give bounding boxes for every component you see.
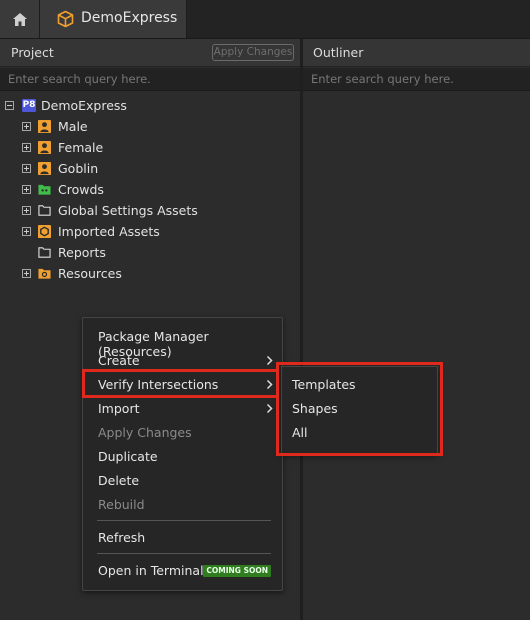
tree-item-reports[interactable]: Reports bbox=[0, 243, 300, 264]
crowds-folder-icon bbox=[38, 184, 51, 195]
verify-intersections-submenu: Templates Shapes All bbox=[281, 366, 438, 454]
tree-item-label: Female bbox=[58, 140, 104, 155]
tree-item-label: Crowds bbox=[58, 182, 104, 197]
project-search-bar bbox=[0, 68, 300, 91]
home-icon bbox=[12, 12, 27, 26]
menu-item-duplicate[interactable]: Duplicate bbox=[84, 445, 281, 469]
menu-item-refresh[interactable]: Refresh bbox=[84, 526, 281, 550]
menu-item-create[interactable]: Create bbox=[84, 349, 281, 373]
menu-item-label: Open in Terminal bbox=[98, 563, 204, 578]
tree-item-imported-assets[interactable]: Imported Assets bbox=[0, 222, 300, 243]
expand-toggle[interactable] bbox=[22, 227, 31, 236]
menu-item-label: Duplicate bbox=[98, 449, 158, 464]
person-icon bbox=[38, 141, 51, 154]
tree-root-demoexpress[interactable]: P8 DemoExpress bbox=[0, 96, 300, 117]
tab-bar: DemoExpress bbox=[0, 0, 530, 39]
menu-item-label: Apply Changes bbox=[98, 425, 192, 440]
folder-icon bbox=[38, 205, 51, 216]
menu-item-label: Rebuild bbox=[98, 497, 145, 512]
submenu-item-all[interactable]: All bbox=[282, 421, 437, 445]
tree-item-label: Imported Assets bbox=[58, 224, 160, 239]
tree-item-crowds[interactable]: Crowds bbox=[0, 180, 300, 201]
tree-item-label: Goblin bbox=[58, 161, 99, 176]
expand-toggle[interactable] bbox=[22, 185, 31, 194]
p8-project-icon: P8 bbox=[22, 99, 36, 112]
menu-item-label: Create bbox=[98, 353, 140, 368]
menu-item-verify-intersections[interactable]: Verify Intersections bbox=[84, 373, 281, 397]
tab-demoexpress[interactable]: DemoExpress bbox=[40, 0, 187, 38]
menu-separator bbox=[97, 520, 271, 521]
outliner-panel-header: Outliner bbox=[303, 39, 530, 67]
folder-icon bbox=[38, 247, 51, 258]
menu-item-label: Delete bbox=[98, 473, 140, 488]
project-search-input[interactable] bbox=[0, 68, 300, 90]
menu-item-label: Verify Intersections bbox=[98, 377, 219, 392]
expand-toggle[interactable] bbox=[22, 143, 31, 152]
person-icon bbox=[38, 120, 51, 133]
person-icon bbox=[38, 162, 51, 175]
tree-item-label: Resources bbox=[58, 266, 122, 281]
expand-toggle[interactable] bbox=[22, 269, 31, 278]
tree-item-label: Male bbox=[58, 119, 88, 134]
outliner-search-input[interactable] bbox=[303, 68, 530, 90]
apply-changes-button[interactable]: Apply Changes bbox=[212, 44, 294, 61]
menu-item-delete[interactable]: Delete bbox=[84, 469, 281, 493]
resources-folder-icon bbox=[38, 268, 51, 279]
submenu-item-label: Templates bbox=[292, 377, 356, 392]
tree-item-label: Reports bbox=[58, 245, 106, 260]
chevron-right-icon bbox=[266, 379, 273, 390]
tree-item-label: Global Settings Assets bbox=[58, 203, 198, 218]
submenu-item-shapes[interactable]: Shapes bbox=[282, 397, 437, 421]
project-panel-title: Project bbox=[11, 45, 54, 60]
outliner-panel-title: Outliner bbox=[313, 45, 364, 60]
menu-item-apply-changes[interactable]: Apply Changes bbox=[84, 421, 281, 445]
imported-assets-icon bbox=[38, 225, 51, 238]
submenu-item-label: All bbox=[292, 425, 308, 440]
tab-home[interactable] bbox=[0, 0, 40, 38]
submenu-item-label: Shapes bbox=[292, 401, 338, 416]
menu-item-open-in-terminal[interactable]: Open in Terminal COMING SOON bbox=[84, 559, 281, 583]
chevron-right-icon bbox=[266, 403, 273, 414]
project-panel-header: Project Apply Changes bbox=[0, 39, 300, 67]
menu-item-label: Import bbox=[98, 401, 140, 416]
menu-item-import[interactable]: Import bbox=[84, 397, 281, 421]
tree-item-male[interactable]: Male bbox=[0, 117, 300, 138]
tree-item-label: DemoExpress bbox=[41, 98, 127, 113]
cube-icon bbox=[57, 10, 74, 28]
collapse-toggle[interactable] bbox=[5, 101, 14, 110]
tree-item-resources[interactable]: Resources bbox=[0, 264, 300, 285]
coming-soon-badge: COMING SOON bbox=[203, 565, 271, 577]
tab-label: DemoExpress bbox=[81, 10, 178, 26]
tree-item-goblin[interactable]: Goblin bbox=[0, 159, 300, 180]
context-menu: Package Manager (Resources) Create Verif… bbox=[82, 317, 283, 591]
expand-toggle[interactable] bbox=[22, 122, 31, 131]
expand-toggle[interactable] bbox=[22, 164, 31, 173]
menu-item-rebuild[interactable]: Rebuild bbox=[84, 493, 281, 517]
tree-item-global-settings-assets[interactable]: Global Settings Assets bbox=[0, 201, 300, 222]
menu-separator bbox=[97, 553, 271, 554]
tree-item-female[interactable]: Female bbox=[0, 138, 300, 159]
submenu-item-templates[interactable]: Templates bbox=[282, 373, 437, 397]
menu-item-label: Refresh bbox=[98, 530, 146, 545]
outliner-panel: Outliner bbox=[303, 39, 530, 620]
menu-item-package-manager[interactable]: Package Manager (Resources) bbox=[84, 325, 281, 359]
expand-toggle[interactable] bbox=[22, 206, 31, 215]
chevron-right-icon bbox=[266, 355, 273, 366]
outliner-search-bar bbox=[303, 68, 530, 91]
